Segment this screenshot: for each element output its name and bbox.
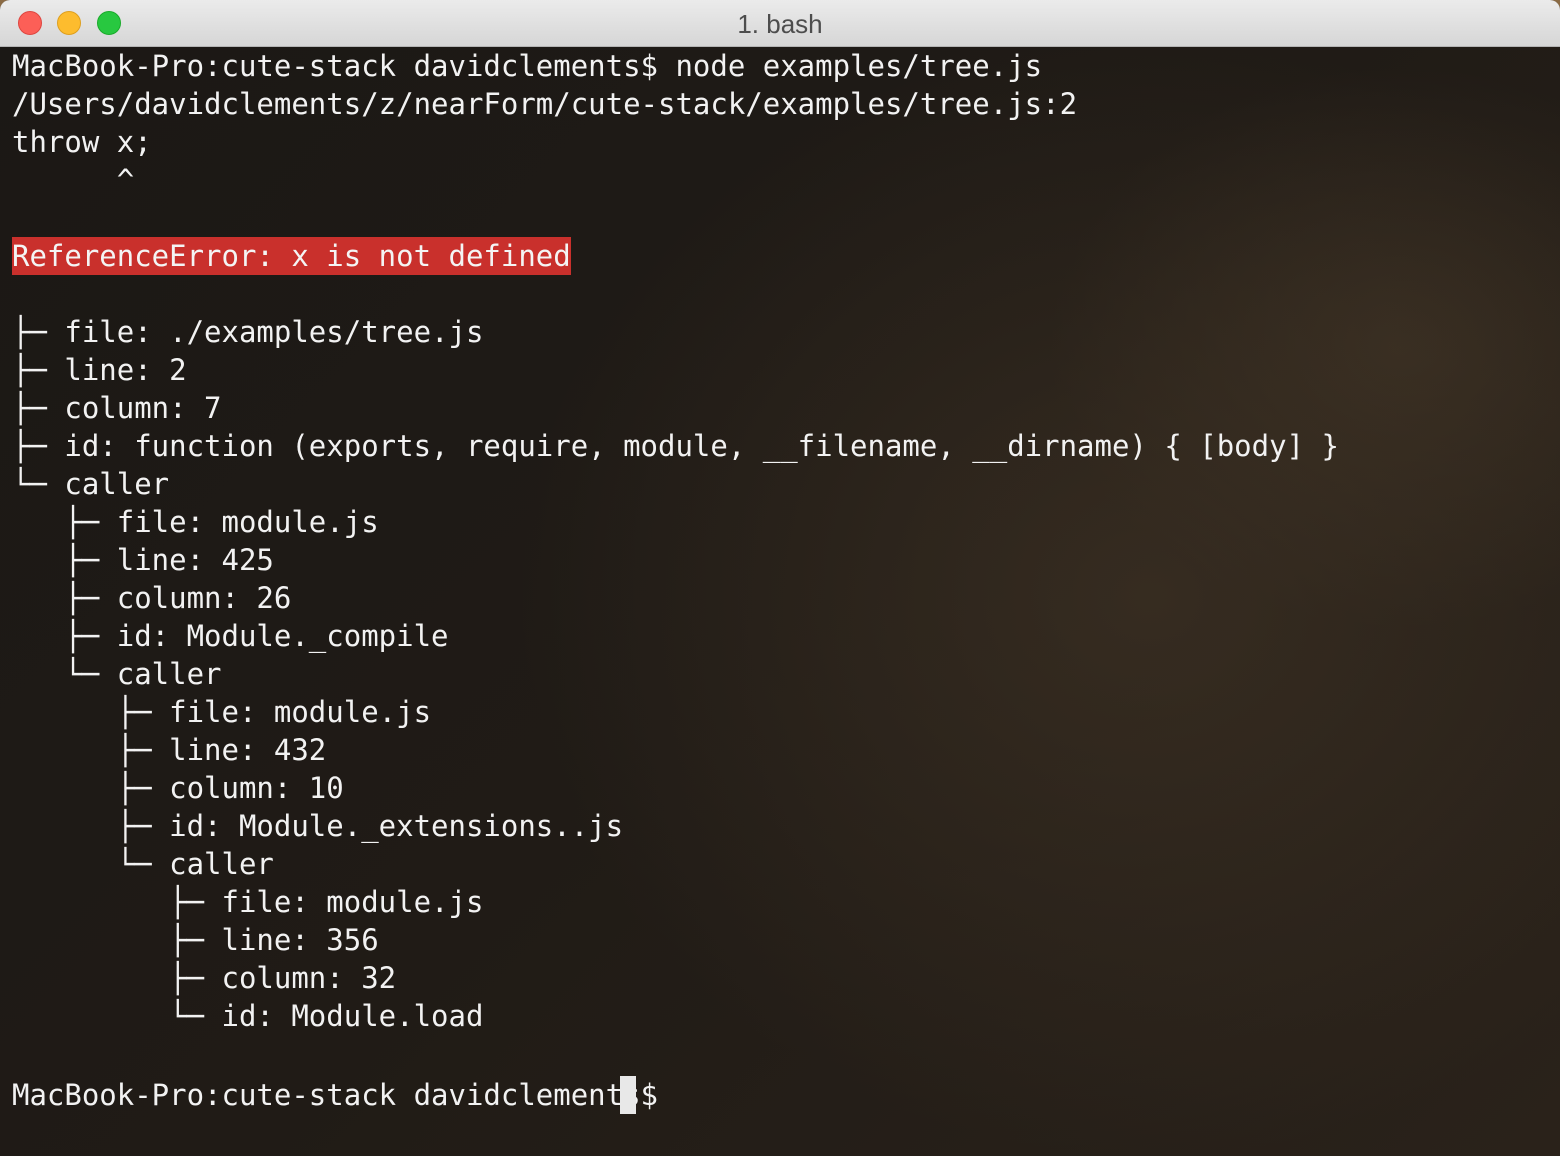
- tree-line: └─ id: Module.load: [12, 999, 484, 1033]
- tree-line: ├─ column: 7: [12, 391, 222, 425]
- tree-line: ├─ file: module.js: [12, 885, 484, 919]
- text-cursor: [620, 1076, 636, 1114]
- terminal-output[interactable]: MacBook-Pro:cute-stack davidclements$ no…: [0, 47, 1560, 1156]
- tree-line: ├─ column: 32: [12, 961, 397, 995]
- tree-line: ├─ column: 10: [12, 771, 344, 805]
- tree-line: ├─ line: 425: [12, 543, 274, 577]
- tree-line: ├─ file: ./examples/tree.js: [12, 315, 484, 349]
- error-source-line: throw x;: [12, 125, 152, 159]
- command-line: MacBook-Pro:cute-stack davidclements$ no…: [12, 49, 1043, 83]
- tree-line: └─ caller: [12, 847, 274, 881]
- tree-line: └─ caller: [12, 657, 222, 691]
- tree-line: ├─ id: Module._extensions..js: [12, 809, 624, 843]
- tree-line: ├─ id: function (exports, require, modul…: [12, 429, 1339, 463]
- tree-line: ├─ line: 2: [12, 353, 187, 387]
- tree-line: ├─ line: 432: [12, 733, 327, 767]
- error-message: ReferenceError: x is not defined: [12, 237, 571, 275]
- shell-prompt[interactable]: MacBook-Pro:cute-stack davidclements$: [12, 1076, 675, 1114]
- tree-line: └─ caller: [12, 467, 170, 501]
- error-location: /Users/davidclements/z/nearForm/cute-sta…: [12, 87, 1078, 121]
- tree-line: ├─ file: module.js: [12, 505, 379, 539]
- tree-line: ├─ id: Module._compile: [12, 619, 449, 653]
- title-bar[interactable]: 1. bash: [0, 0, 1560, 47]
- tree-line: ├─ line: 356: [12, 923, 379, 957]
- tree-line: ├─ file: module.js: [12, 695, 432, 729]
- error-caret: ^: [12, 163, 135, 197]
- terminal-window: 1. bash MacBook-Pro:cute-stack davidclem…: [0, 0, 1560, 1156]
- window-title: 1. bash: [737, 9, 823, 39]
- tree-line: ├─ column: 26: [12, 581, 292, 615]
